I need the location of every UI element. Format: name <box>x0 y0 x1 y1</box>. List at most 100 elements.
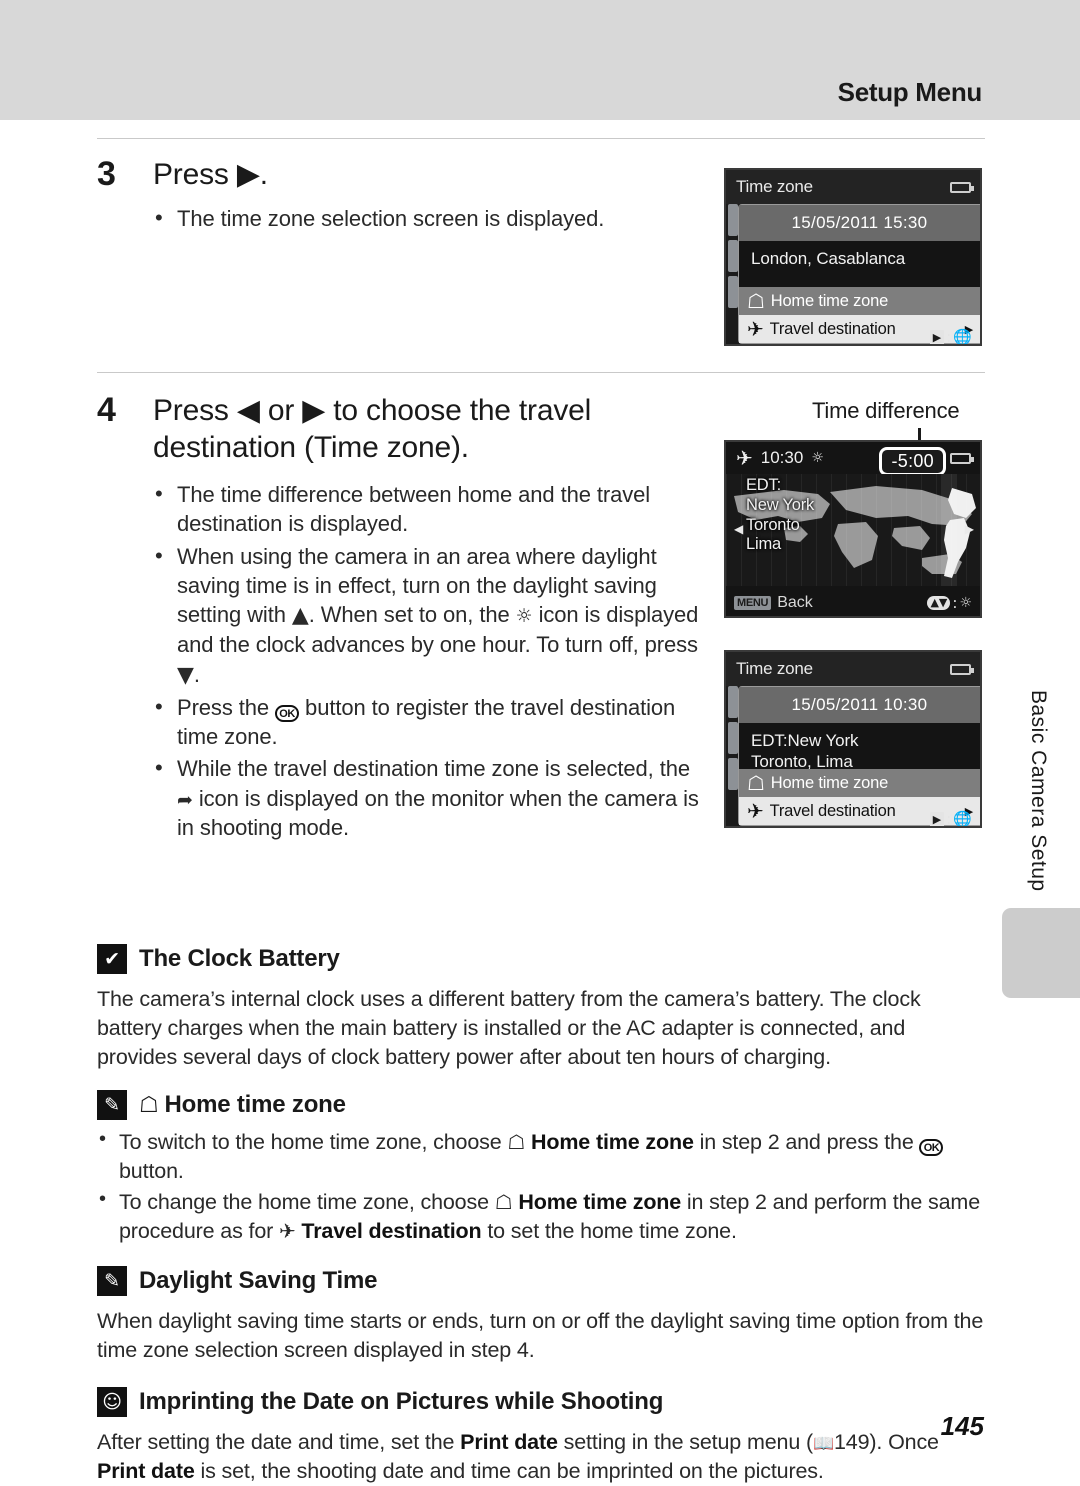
note-home-time-zone-items: To switch to the home time zone, choose … <box>97 1126 985 1246</box>
page-number: 145 <box>940 1411 984 1441</box>
screen3-datetime: 15/05/2011 10:30 <box>739 687 980 723</box>
chapter-tab-marker <box>1002 908 1080 998</box>
note-home-time-zone-title: Home time zone <box>164 1091 346 1119</box>
screen1-footer: ▶: 🌐 <box>726 326 980 344</box>
camera-screen-world-map: ✈ 10:30 ☼ -5:00 EDT: New York Toronto Li… <box>724 440 982 618</box>
step-4-number: 4 <box>97 391 116 429</box>
camera-screen-timezone-home: Time zone 15/05/2011 15:30 London, Casab… <box>724 168 982 346</box>
step-4-title-mid: or <box>259 394 303 427</box>
screen3-option-home-time-zone[interactable]: ☖ Home time zone <box>739 769 980 797</box>
step-3-title-text: Press <box>153 158 237 191</box>
item2-b1: Home time zone <box>518 1190 682 1215</box>
screen1-option-home-time-zone[interactable]: ☖ Home time zone <box>739 287 980 315</box>
zone-line: Toronto <box>746 515 800 534</box>
ok-button-icon: OK <box>919 1139 944 1157</box>
screen2-time: 10:30 <box>760 448 804 467</box>
list-item: The time difference between home and the… <box>153 479 707 539</box>
screen3-city: EDT:New York Toronto, Lima <box>739 723 980 771</box>
bullet-4-part1: While the travel destination time zone i… <box>177 756 690 782</box>
battery-icon <box>950 664 974 675</box>
item2-p1: To change the home time zone, choose <box>119 1190 495 1215</box>
screen2-top-bar: ✈ 10:30 ☼ -5:00 <box>726 442 980 476</box>
list-item: To switch to the home time zone, choose … <box>97 1126 985 1186</box>
right-arrow-icon[interactable]: ▶ <box>965 522 974 536</box>
screen1-title-bar: Time zone <box>726 170 980 204</box>
step-4-bullets: The time difference between home and the… <box>153 479 707 842</box>
imprint-p1: After setting the date and time, set the <box>97 1430 461 1455</box>
screen1-body: 15/05/2011 15:30 London, Casablanca ☖ Ho… <box>726 204 980 344</box>
up-arrow-icon <box>292 601 309 630</box>
screen1-city: London, Casablanca <box>739 241 980 287</box>
menu-button-icon[interactable]: MENU <box>734 596 772 610</box>
bullet-2-part4: . <box>193 661 200 687</box>
note-imprinting-date: ☺ Imprinting the Date on Pictures while … <box>97 1387 985 1486</box>
step-3-title-suffix: . <box>259 158 268 191</box>
screen3-title-bar: Time zone <box>726 652 980 686</box>
down-arrow-icon <box>177 661 194 690</box>
page-header: Setup Menu <box>0 0 1080 120</box>
zone-line: EDT: <box>746 476 781 494</box>
list-item: To change the home time zone, choose ☖ H… <box>97 1186 985 1246</box>
battery-icon <box>950 453 974 464</box>
book-reference-icon: 📖 <box>812 1434 834 1455</box>
divider-step4 <box>97 372 985 373</box>
home-icon: ☖ <box>494 1190 513 1215</box>
zone-line: New York <box>746 495 815 514</box>
camera-screen-timezone-travel: Time zone 15/05/2011 10:30 EDT:New York … <box>724 650 982 828</box>
notes-section: ✔ The Clock Battery The camera’s interna… <box>97 938 985 1486</box>
chapter-tab-label: Basic Camera Setup <box>1027 690 1050 892</box>
home-icon: ☖ <box>139 1092 159 1118</box>
screen3-body: 15/05/2011 10:30 EDT:New York Toronto, L… <box>726 686 980 826</box>
home-icon: ☖ <box>507 1130 526 1155</box>
note-daylight-saving-body: When daylight saving time starts or ends… <box>97 1309 984 1363</box>
note-clock-battery-title: The Clock Battery <box>139 945 340 972</box>
imprint-b1: Print date <box>460 1430 558 1455</box>
screen3-title: Time zone <box>736 659 813 678</box>
note-daylight-saving-time: ✎ Daylight Saving Time When daylight sav… <box>97 1266 985 1365</box>
daylight-saving-icon: ☼ <box>515 605 533 628</box>
screen3-option-home-label: Home time zone <box>770 773 889 792</box>
note-imprinting-head: ☺ Imprinting the Date on Pictures while … <box>97 1387 985 1418</box>
home-icon: ☖ <box>747 771 765 795</box>
note-clock-battery-head: ✔ The Clock Battery <box>97 944 985 974</box>
left-arrow-icon[interactable]: ◀ <box>734 522 743 536</box>
zone-line: Lima <box>746 535 781 554</box>
playback-globe-icon: ▶: 🌐 <box>929 328 972 344</box>
ok-button-icon: OK <box>275 704 300 722</box>
note-clock-battery-body: The camera’s internal clock uses a diffe… <box>97 987 921 1070</box>
note-imprinting-body: After setting the date and time, set the… <box>97 1428 985 1486</box>
plane-icon: ✈ <box>278 1219 296 1244</box>
screen3-panel: 15/05/2011 10:30 EDT:New York Toronto, L… <box>738 686 980 826</box>
screen2-map: EDT: New York Toronto Lima ◀ ▶ <box>726 474 980 586</box>
item2-b2: Travel destination <box>301 1219 482 1244</box>
bullet-4-part2: icon is displayed on the monitor when th… <box>177 785 699 840</box>
pencil-note-icon: ✎ <box>97 1266 127 1297</box>
caution-icon: ✔ <box>97 944 127 974</box>
travel-destination-icon: ➦ <box>177 788 193 811</box>
screen1-datetime: 15/05/2011 15:30 <box>739 205 980 241</box>
imprint-p2: setting in the setup menu ( <box>557 1430 813 1455</box>
screen3-footer: ▶: 🌐 <box>726 808 980 826</box>
imprint-b2: Print date <box>97 1459 195 1484</box>
right-arrow-icon <box>237 157 260 194</box>
home-icon: ☖ <box>747 289 765 313</box>
bullet-2-part2: . When set to on, the <box>308 602 516 628</box>
step-4: 4 Press or to choose the travel destinat… <box>97 393 707 842</box>
pencil-note-icon: ✎ <box>97 1090 127 1121</box>
note-imprinting-title: Imprinting the Date on Pictures while Sh… <box>139 1388 664 1416</box>
item1-b1: Home time zone <box>530 1130 694 1155</box>
note-daylight-saving-title: Daylight Saving Time <box>139 1267 378 1295</box>
item1-p3: button. <box>119 1159 184 1184</box>
item1-p2: in step 2 and press the <box>693 1130 920 1155</box>
note-daylight-saving-head: ✎ Daylight Saving Time <box>97 1266 985 1297</box>
daylight-saving-icon: ☼ <box>811 450 824 466</box>
imprint-ref: 149). Once <box>834 1430 939 1455</box>
note-clock-battery: ✔ The Clock Battery The camera’s interna… <box>97 944 985 1072</box>
playback-globe-icon: ▶: 🌐 <box>929 810 972 826</box>
list-item: When using the camera in an area where d… <box>153 541 707 690</box>
step-3-number: 3 <box>97 155 116 193</box>
list-item: While the travel destination time zone i… <box>153 753 707 842</box>
camera-note-icon: ☺ <box>97 1387 127 1418</box>
note-home-time-zone-head: ✎ ☖ Home time zone <box>97 1090 985 1121</box>
step-4-title: Press or to choose the travel destinatio… <box>153 393 707 466</box>
